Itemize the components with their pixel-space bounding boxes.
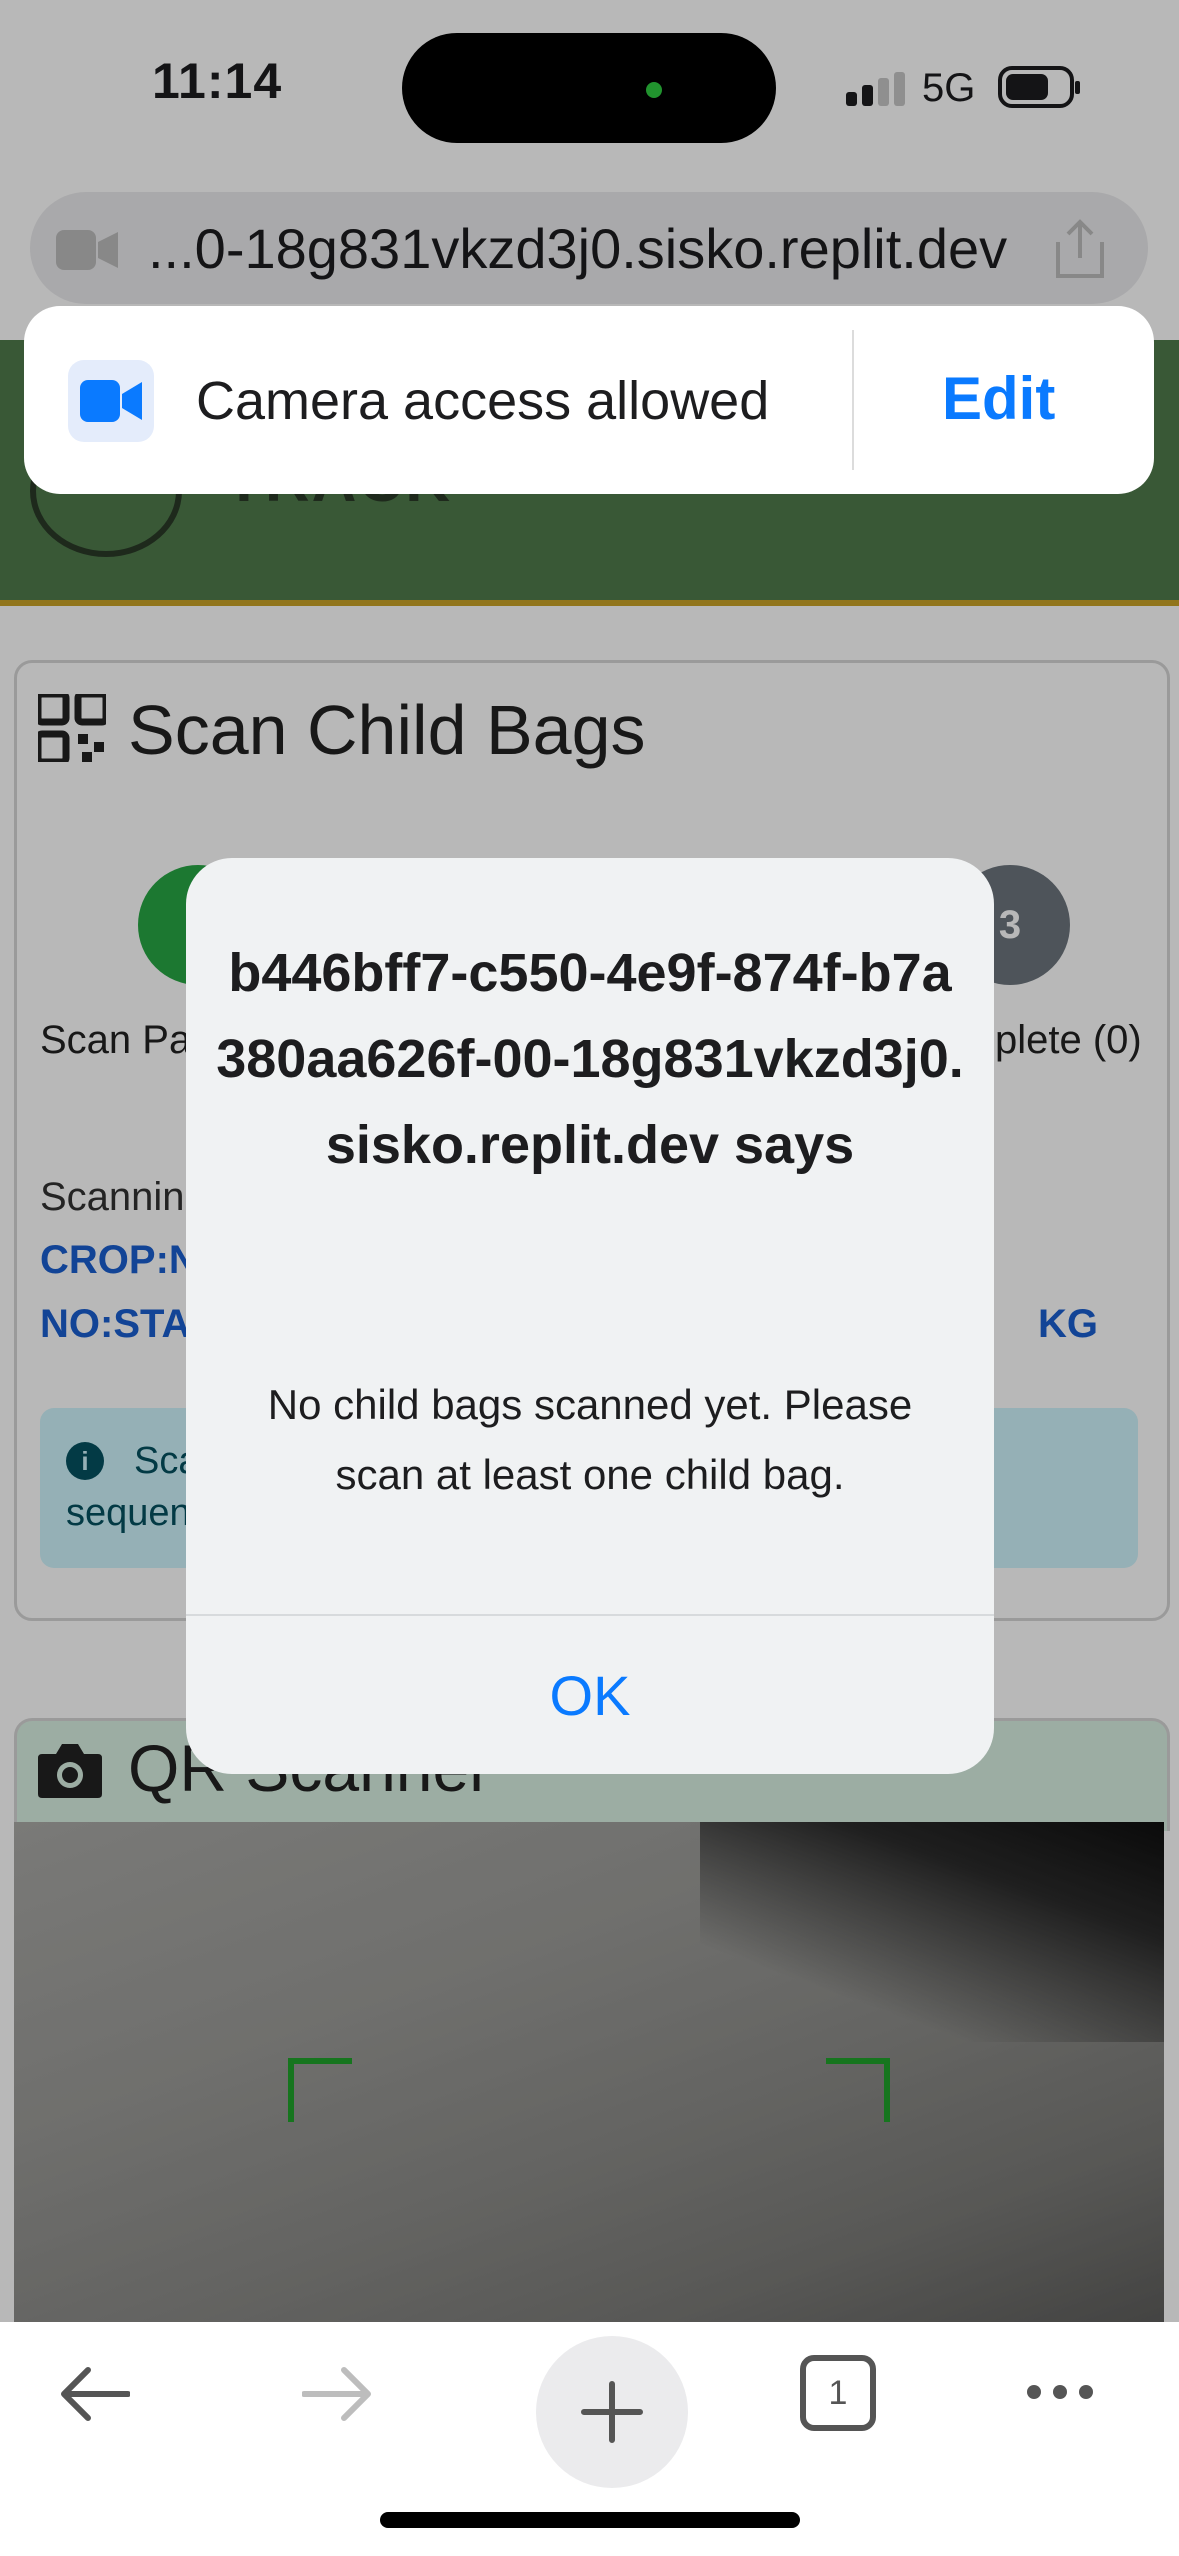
more-icon[interactable]: [1024, 2380, 1096, 2404]
plus-icon: [581, 2381, 643, 2443]
ok-button[interactable]: OK: [186, 1616, 994, 1774]
edit-permission-button[interactable]: Edit: [942, 364, 1055, 433]
banner-divider: [852, 330, 854, 470]
video-camera-icon: [80, 380, 142, 422]
forward-arrow-icon[interactable]: [302, 2366, 374, 2422]
dialog-message: No child bags scanned yet. Please scan a…: [267, 1381, 913, 1498]
home-indicator: [380, 2512, 800, 2528]
camera-access-text: Camera access allowed: [196, 371, 770, 431]
new-tab-button[interactable]: [536, 2336, 688, 2488]
dialog-title: b446bff7-c550-4e9f-874f-b7a380aa626f-00-…: [216, 943, 964, 1175]
tab-switcher-button[interactable]: 1: [800, 2355, 876, 2431]
back-arrow-icon[interactable]: [58, 2366, 130, 2422]
